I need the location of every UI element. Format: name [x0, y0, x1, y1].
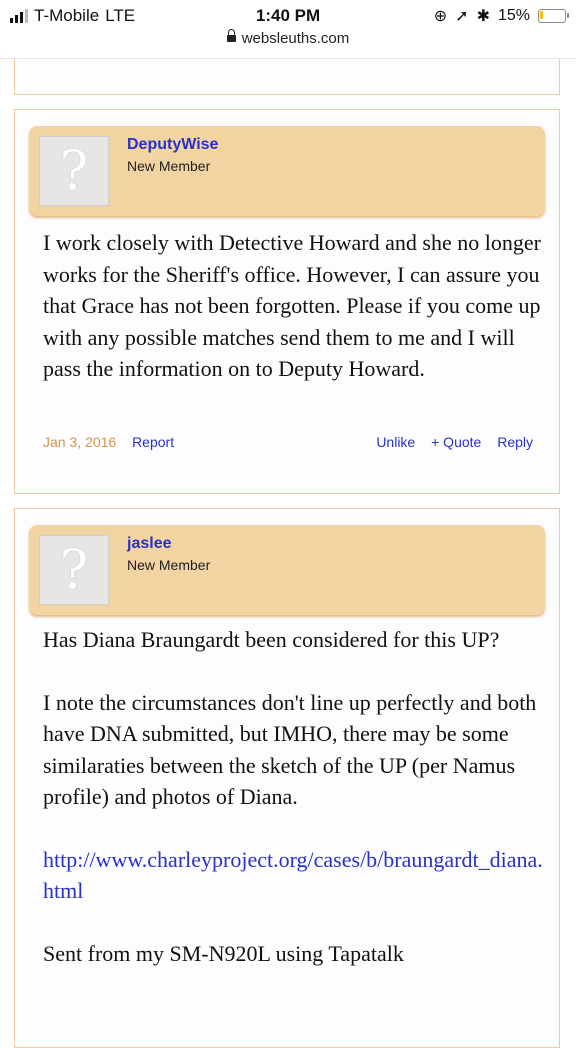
question-mark-icon: ? [59, 538, 89, 601]
username[interactable]: jaslee [127, 535, 171, 553]
question-mark-icon: ? [59, 139, 89, 202]
post-paragraph: Has Diana Braungardt been considered for… [43, 627, 500, 652]
url-bar[interactable]: websleuths.com [0, 29, 576, 47]
battery-percent: 15% [497, 7, 530, 24]
avatar[interactable]: ? [39, 136, 109, 206]
battery-level [540, 11, 543, 19]
battery-icon [538, 9, 569, 23]
status-icons: ⊕ ➚ ✱ 15% [433, 6, 569, 26]
bluetooth-icon: ✱ [476, 8, 490, 25]
reply-button[interactable]: Reply [497, 434, 533, 450]
status-bar: T-Mobile LTE 1:40 PM websleuths.com ⊕ ➚ … [0, 0, 576, 59]
post: ? jaslee New Member Has Diana Braungardt… [14, 508, 560, 1048]
quote-button[interactable]: + Quote [431, 434, 481, 450]
post-footer: Jan 3, 2016 Report Unlike + Quote Reply [43, 434, 533, 450]
report-link[interactable]: Report [132, 434, 174, 450]
user-role: New Member [127, 158, 211, 174]
avatar[interactable]: ? [39, 535, 109, 605]
post-signature: Sent from my SM-N920L using Tapatalk [43, 940, 404, 966]
unlike-button[interactable]: Unlike [376, 434, 415, 450]
post-link[interactable]: http://www.charleyproject.org/cases/b/br… [43, 844, 543, 907]
url-text: websleuths.com [241, 30, 350, 47]
post-body: I work closely with Detective Howard and… [43, 230, 541, 381]
post-date[interactable]: Jan 3, 2016 [43, 434, 116, 450]
post-paragraph: I note the circumstances don't line up p… [43, 689, 537, 810]
post-header: ? DeputyWise New Member [29, 126, 545, 216]
lock-icon [226, 29, 236, 42]
post-actions: Unlike + Quote Reply [364, 434, 533, 450]
user-role: New Member [127, 557, 211, 573]
post-header: ? jaslee New Member [29, 525, 545, 615]
post: ? DeputyWise New Member I work closely w… [14, 109, 560, 494]
rotation-lock-icon: ⊕ [433, 8, 448, 25]
username[interactable]: DeputyWise [127, 136, 218, 154]
location-icon: ➚ [455, 8, 469, 25]
post-body: Has Diana Braungardt been considered for… [43, 624, 543, 969]
